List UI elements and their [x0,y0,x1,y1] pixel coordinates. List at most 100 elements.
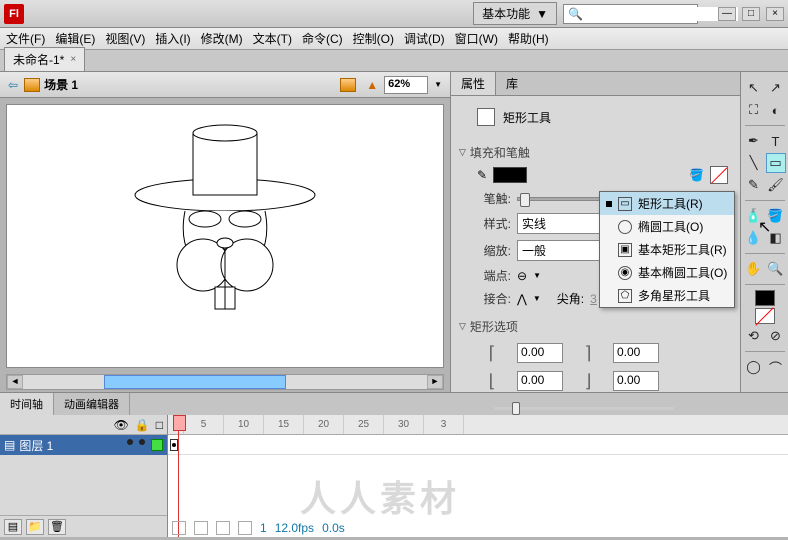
corner-tr-icon: ⌉ [573,343,603,363]
drawing-rabbit [115,115,335,345]
free-transform-tool[interactable]: ⛶ [744,100,764,120]
keyframe[interactable] [170,439,178,451]
close-tab-icon[interactable]: × [70,54,76,65]
symbol-icon[interactable]: ▲ [366,78,378,92]
menu-control[interactable]: 控制(O) [353,30,394,47]
subselection-tool[interactable]: ↗ [766,78,786,98]
app-logo: Fl [4,4,24,24]
lasso-tool[interactable]: ◐ [766,100,786,120]
snap-icon[interactable]: ◯ [744,357,764,377]
fill-swatch[interactable] [755,308,775,324]
onion-outline-icon[interactable] [194,521,208,535]
corner-bl-input[interactable]: 0.00 [517,371,563,391]
shape-tool-flyout: ▭矩形工具(R) 椭圆工具(O) ▣基本矩形工具(R) ◉基本椭圆工具(O) ⬠… [599,191,735,308]
search-field[interactable] [583,7,738,21]
eye-icon[interactable]: 👁 [114,418,129,432]
scene-name: 场景 1 [44,76,78,93]
sharp-value: 3 [590,292,597,306]
style-label: 样式: [477,215,511,232]
stroke-swatch[interactable] [755,290,775,306]
stage-canvas[interactable] [6,104,444,368]
fill-color-swatch[interactable] [710,166,728,184]
cap-value[interactable]: ⊖ [517,269,527,283]
menu-text[interactable]: 文本(T) [253,30,292,47]
current-fps: 12.0fps [275,521,314,535]
section-rect-options[interactable]: ▽矩形选项 [459,316,732,337]
new-layer-button[interactable]: ▤ [4,519,22,535]
layer-color-swatch[interactable] [151,439,163,451]
rectangle-tool[interactable]: ▭ [766,153,786,173]
tab-properties[interactable]: 属性 [451,72,496,95]
corner-tr-input[interactable]: 0.00 [613,343,659,363]
menu-command[interactable]: 命令(C) [302,30,343,47]
edit-scene-icon[interactable] [340,78,356,92]
menu-bar: 文件(F) 编辑(E) 视图(V) 插入(I) 修改(M) 文本(T) 命令(C… [0,28,788,50]
corner-tl-input[interactable]: 0.00 [517,343,563,363]
menu-insert[interactable]: 插入(I) [155,30,190,47]
flyout-oval[interactable]: 椭圆工具(O) [600,215,734,238]
delete-layer-button[interactable]: 🗑 [48,519,66,535]
flyout-rectangle[interactable]: ▭矩形工具(R) [600,192,734,215]
menu-window[interactable]: 窗口(W) [455,30,498,47]
document-tab[interactable]: 未命名-1* × [4,47,85,71]
stroke-label: 笔触: [477,190,511,207]
playhead[interactable] [178,415,179,537]
minimize-button[interactable]: — [718,7,736,21]
flyout-polystar[interactable]: ⬠多角星形工具 [600,284,734,307]
line-tool[interactable]: ╲ [744,153,764,173]
outline-icon[interactable]: □ [156,418,163,432]
corner-slider[interactable] [494,407,674,410]
layer-row-1[interactable]: ▤ 图层 1 [0,435,167,455]
lock-icon[interactable]: 🔒 [135,418,150,432]
menu-file[interactable]: 文件(F) [6,30,45,47]
tab-timeline[interactable]: 时间轴 [0,393,54,415]
section-fill-stroke[interactable]: ▽填充和笔触 [459,142,732,163]
flyout-primitive-rect[interactable]: ▣基本矩形工具(R) [600,238,734,261]
selection-tool[interactable]: ↖ [744,78,764,98]
scroll-right-icon[interactable]: ► [427,375,443,389]
menu-debug[interactable]: 调试(D) [404,30,445,47]
search-input[interactable]: 🔍 [563,4,698,24]
corner-bl-icon: ⌊ [477,371,507,391]
zoom-tool[interactable]: 🔍 [766,259,786,279]
join-value[interactable]: ⋀ [517,292,527,306]
scroll-thumb[interactable] [104,375,286,389]
center-frame-icon[interactable] [238,521,252,535]
back-icon[interactable]: ⇦ [8,78,18,92]
no-color-icon[interactable]: ⊘ [766,326,786,346]
search-icon: 🔍 [568,7,583,21]
flyout-primitive-oval[interactable]: ◉基本椭圆工具(O) [600,261,734,284]
option-icon[interactable]: ⌒ [766,357,786,377]
stroke-color-swatch[interactable] [493,167,527,183]
menu-modify[interactable]: 修改(M) [201,30,243,47]
onion-skin-icon[interactable] [172,521,186,535]
brush-tool[interactable]: 🖌 [766,175,786,195]
new-folder-button[interactable]: 📁 [26,519,44,535]
pencil-icon: ✎ [477,168,487,182]
pen-tool[interactable]: ✒ [744,131,764,151]
zoom-chevron-icon[interactable]: ▼ [434,80,442,89]
h-scrollbar[interactable]: ◄ ► [6,374,444,390]
corner-br-input[interactable]: 0.00 [613,371,659,391]
scroll-left-icon[interactable]: ◄ [7,375,23,389]
current-frame: 1 [260,521,267,535]
join-label: 接合: [477,290,511,307]
mouse-cursor: ↖ [758,217,771,237]
hand-tool[interactable]: ✋ [744,259,764,279]
frames-area[interactable]: 1 5 10 15 20 25 30 3 1 12.0fps 0.0s [168,415,788,537]
maximize-button[interactable]: □ [742,7,760,21]
text-tool[interactable]: T [766,131,786,151]
corner-br-icon: ⌋ [573,371,603,391]
close-button[interactable]: × [766,7,784,21]
edit-frames-icon[interactable] [216,521,230,535]
tab-motion-editor[interactable]: 动画编辑器 [54,393,130,415]
menu-view[interactable]: 视图(V) [105,30,145,47]
pencil-tool[interactable]: ✎ [744,175,764,195]
menu-help[interactable]: 帮助(H) [508,30,549,47]
workspace-selector[interactable]: 基本功能 ▼ [473,2,557,25]
tab-library[interactable]: 库 [496,72,528,95]
zoom-input[interactable]: 62% [384,76,428,94]
swap-colors-icon[interactable]: ⟲ [744,326,764,346]
menu-edit[interactable]: 编辑(E) [55,30,95,47]
chevron-down-icon: ▼ [536,7,548,21]
